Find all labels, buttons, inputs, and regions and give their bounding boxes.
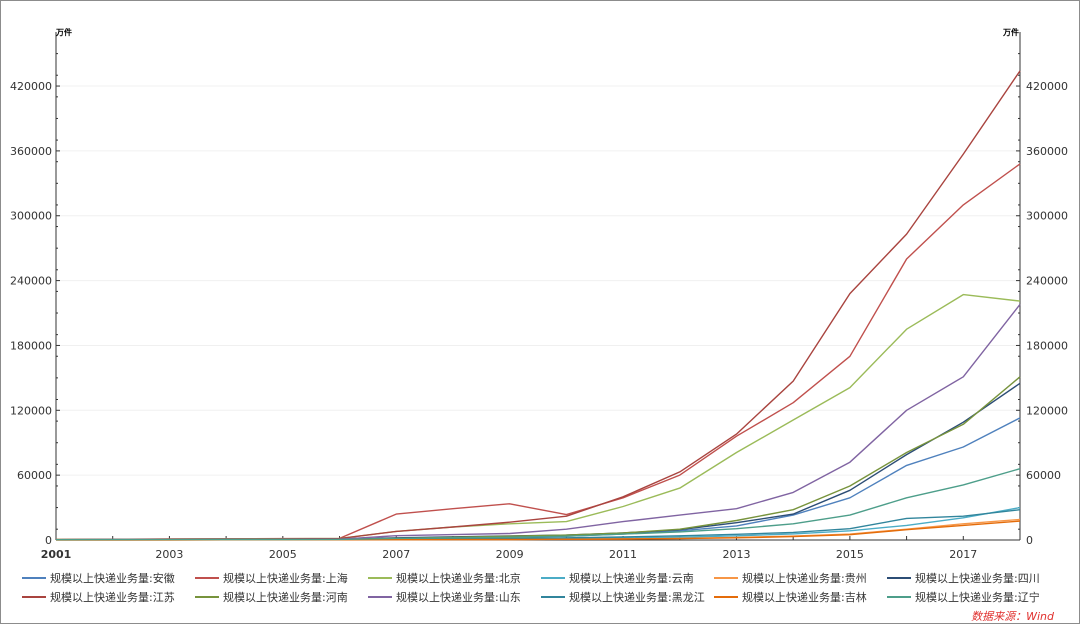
left-unit-label: 万件: [55, 27, 72, 37]
legend-item: 规模以上快递业务量:辽宁: [887, 589, 1060, 605]
y-tick-label-right: 420000: [1026, 80, 1068, 93]
legend-swatch: [887, 596, 911, 598]
axes: [55, 32, 1021, 541]
y-tick-label-right: 360000: [1026, 145, 1068, 158]
legend-label: 规模以上快递业务量:吉林: [742, 591, 867, 604]
legend-label: 规模以上快递业务量:北京: [396, 572, 521, 585]
series-line-2: [55, 293, 1021, 541]
legend-swatch: [541, 577, 565, 579]
x-tick-label: 2007: [382, 548, 410, 561]
right-unit-label: 万件: [1002, 27, 1019, 37]
series-line-7: [55, 376, 1021, 541]
legend-label: 规模以上快递业务量:安徽: [50, 572, 175, 585]
legend-label: 规模以上快递业务量:四川: [915, 572, 1040, 585]
series-line-5: [55, 382, 1021, 541]
legend-item: 规模以上快递业务量:山东: [368, 589, 541, 605]
y-tick-label-left: 120000: [10, 404, 52, 417]
x-tick-label: 2017: [949, 548, 977, 561]
y-tick-label-left: 60000: [17, 469, 52, 482]
x-tick-label: 2003: [155, 548, 183, 561]
legend-item: 规模以上快递业务量:黑龙江: [541, 589, 714, 605]
legend-item: 规模以上快递业务量:河南: [195, 589, 368, 605]
legend-item: 规模以上快递业务量:云南: [541, 570, 714, 586]
legend-label: 规模以上快递业务量:江苏: [50, 591, 175, 604]
series-line-6: [55, 70, 1021, 541]
x-tick-label: 2011: [609, 548, 637, 561]
legend-item: 规模以上快递业务量:吉林: [714, 589, 887, 605]
legend-label: 规模以上快递业务量:贵州: [742, 572, 867, 585]
grid-lines: [56, 85, 1020, 476]
legend-swatch: [195, 596, 219, 598]
x-tick-label: 2015: [836, 548, 864, 561]
legend-swatch: [22, 577, 46, 579]
y-axis-ticks: 0 0 60000 60000 120000 120000 180000 180000 2400…: [10, 53, 1068, 547]
legend-swatch: [714, 577, 738, 579]
x-tick-label: 2009: [496, 548, 524, 561]
y-tick-label-left: 180000: [10, 339, 52, 352]
legend-swatch: [887, 577, 911, 579]
x-tick-label: 2005: [269, 548, 297, 561]
legend-item: 规模以上快递业务量:贵州: [714, 570, 887, 586]
legend: 规模以上快递业务量:安徽 规模以上快递业务量:上海 规模以上快递业务量:北京 规模以上…: [22, 570, 1062, 605]
legend-swatch: [22, 596, 46, 598]
legend-item: 规模以上快递业务量:北京: [368, 570, 541, 586]
legend-item: 规模以上快递业务量:上海: [195, 570, 368, 586]
series-line-0: [55, 417, 1021, 541]
x-tick-label: 2013: [722, 548, 750, 561]
legend-label: 规模以上快递业务量:黑龙江: [569, 591, 705, 604]
y-tick-label-right: 180000: [1026, 339, 1068, 352]
legend-item: 规模以上快递业务量:四川: [887, 570, 1060, 586]
y-tick-label-left: 0: [45, 534, 52, 547]
legend-label: 规模以上快递业务量:上海: [223, 572, 348, 585]
y-tick-label-left: 360000: [10, 145, 52, 158]
legend-swatch: [368, 577, 392, 579]
legend-label: 规模以上快递业务量:山东: [396, 591, 521, 604]
y-tick-label-left: 240000: [10, 275, 52, 288]
legend-item: 规模以上快递业务量:安徽: [22, 570, 195, 586]
y-tick-label-right: 120000: [1026, 404, 1068, 417]
y-tick-label-right: 300000: [1026, 210, 1068, 223]
y-tick-label-right: 240000: [1026, 275, 1068, 288]
y-tick-label-left: 420000: [10, 80, 52, 93]
line-chart: 2001 2003 2005 2007 2009 2011 2013 2015 2017 0 0 6…: [10, 27, 1068, 561]
legend-label: 规模以上快递业务量:云南: [569, 572, 694, 585]
x-tick-label: 2001: [41, 548, 72, 561]
legend-label: 规模以上快递业务量:河南: [223, 591, 348, 604]
y-tick-label-left: 300000: [10, 210, 52, 223]
series-line-8: [55, 303, 1021, 541]
legend-swatch: [195, 577, 219, 579]
y-tick-label-right: 60000: [1026, 469, 1061, 482]
series-lines: [55, 70, 1021, 541]
legend-swatch: [714, 596, 738, 598]
source-note: 数据来源：Wind: [971, 610, 1054, 623]
legend-swatch: [541, 596, 565, 598]
legend-item: 规模以上快递业务量:江苏: [22, 589, 195, 605]
legend-swatch: [368, 596, 392, 598]
legend-label: 规模以上快递业务量:辽宁: [915, 591, 1040, 604]
y-tick-label-right: 0: [1026, 534, 1033, 547]
